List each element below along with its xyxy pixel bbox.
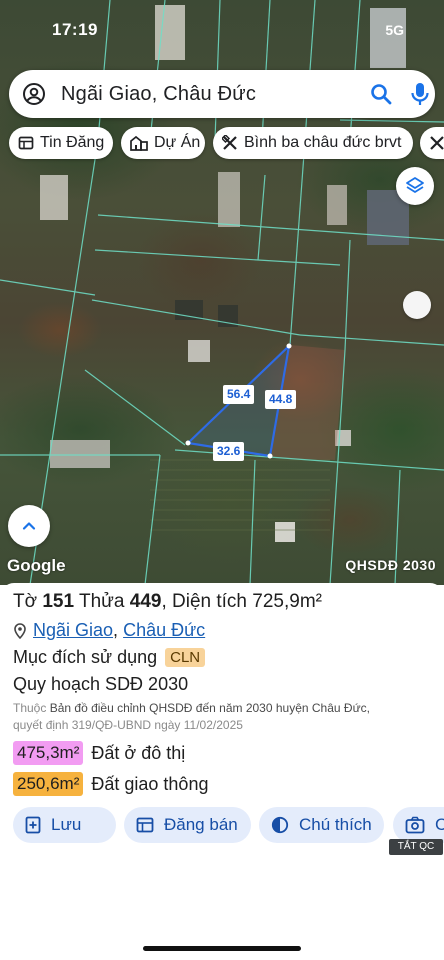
search-bar[interactable]: Ngãi Giao, Châu Đức	[9, 70, 435, 118]
location-pin-icon	[14, 622, 26, 639]
purpose-code-badge: CLN	[165, 648, 206, 667]
chip-more[interactable]	[420, 127, 444, 159]
ad-toggle-tag[interactable]: TẮT QC	[389, 839, 443, 855]
parcel-info-sheet: Tờ 151 Thửa 449, Diện tích 725,9m² Ngãi …	[0, 583, 444, 960]
save-label: Lưu	[51, 815, 82, 834]
parcel-title: Tờ 151 Thửa 449, Diện tích 725,9m²	[13, 591, 322, 613]
zone-area: 475,3m²	[13, 741, 84, 765]
google-logo: Google	[7, 556, 66, 575]
land-use-purpose: Mục đích sử dụng CLN	[13, 647, 206, 668]
map-layer-label: QHSDĐ 2030	[345, 557, 436, 573]
network-type: 5G	[385, 22, 404, 38]
zone-area: 250,6m²	[13, 772, 84, 796]
chip-listings[interactable]: Tin Đăng	[9, 127, 113, 159]
legend-icon	[271, 816, 289, 834]
area-value: 725,9m²	[252, 591, 322, 612]
location-row: Ngãi Giao, Châu Đức	[13, 620, 205, 641]
microphone-icon[interactable]	[408, 81, 432, 107]
status-time: 17:19	[52, 20, 98, 39]
parcel-label: Thửa	[79, 591, 125, 612]
chip-planning-search[interactable]: Bình ba châu đức brvt	[213, 127, 413, 159]
sheet-label: Tờ	[13, 591, 38, 612]
dimension-label-c: 32.6	[213, 442, 245, 461]
area-label: , Diện tích	[161, 591, 247, 612]
location-district-link[interactable]: Châu Đức	[123, 620, 205, 641]
save-icon	[25, 816, 41, 834]
camera-icon	[405, 816, 425, 834]
search-query[interactable]: Ngãi Giao, Châu Đức	[61, 83, 256, 106]
layers-button[interactable]	[396, 167, 434, 205]
account-icon[interactable]	[22, 82, 46, 106]
post-listing-button[interactable]: Đăng bán	[124, 807, 251, 843]
plan-description: Thuộc Bản đồ điều chỉnh QHSDĐ đến năm 20…	[13, 700, 441, 734]
location-ward-link[interactable]: Ngãi Giao	[33, 620, 113, 641]
chip-label: Tin Đăng	[40, 134, 105, 151]
collapse-button[interactable]	[8, 505, 50, 547]
planning-icon	[222, 135, 237, 150]
search-icon[interactable]	[369, 82, 393, 106]
layers-icon	[406, 177, 424, 193]
camera-button[interactable]: C	[393, 807, 444, 843]
location-separator: ,	[113, 620, 119, 640]
map-view[interactable]: 17:19 5G Ngãi Giao, Châu Đức Tin Đăng Dự…	[0, 0, 444, 585]
home-indicator[interactable]	[143, 946, 301, 951]
legend-label: Chú thích	[299, 815, 372, 834]
plan-desc-prefix: Thuộc	[13, 701, 47, 715]
plan-title: Quy hoạch SDĐ 2030	[13, 674, 189, 694]
parcel-number: 449	[129, 591, 162, 612]
project-icon	[130, 135, 148, 151]
post-listing-icon	[136, 817, 154, 833]
status-network: 5G	[385, 22, 404, 38]
zone-label: Đất giao thông	[91, 773, 209, 794]
purpose-label: Mục đích sử dụng	[13, 647, 158, 667]
zone-label: Đất ở đô thị	[91, 742, 186, 763]
chip-projects[interactable]: Dự Án	[121, 127, 205, 159]
post-listing-label: Đăng bán	[164, 815, 238, 834]
dimension-label-a: 56.4	[223, 385, 255, 404]
plan-desc-main: Bản đồ điều chỉnh QHSDĐ đến năm 2030 huy…	[49, 701, 370, 715]
plan-desc-decision: quyết định 319/QĐ-UBND ngày 11/02/2025	[13, 718, 243, 732]
save-button[interactable]: Lưu	[13, 807, 116, 843]
dimension-label-b: 44.8	[265, 390, 297, 409]
sheet-number: 151	[42, 591, 75, 612]
chip-label: Bình ba châu đức brvt	[244, 134, 402, 151]
zone-row: 475,3m² Đất ở đô thị	[13, 741, 185, 765]
location-marker[interactable]	[403, 291, 431, 319]
legend-button[interactable]: Chú thích	[259, 807, 384, 843]
listing-icon	[18, 136, 34, 150]
zone-row: 250,6m² Đất giao thông	[13, 772, 208, 796]
chevron-up-icon	[22, 522, 36, 530]
planning-icon	[430, 136, 444, 150]
camera-label: C	[435, 815, 444, 834]
chip-label: Dự Án	[154, 134, 201, 151]
